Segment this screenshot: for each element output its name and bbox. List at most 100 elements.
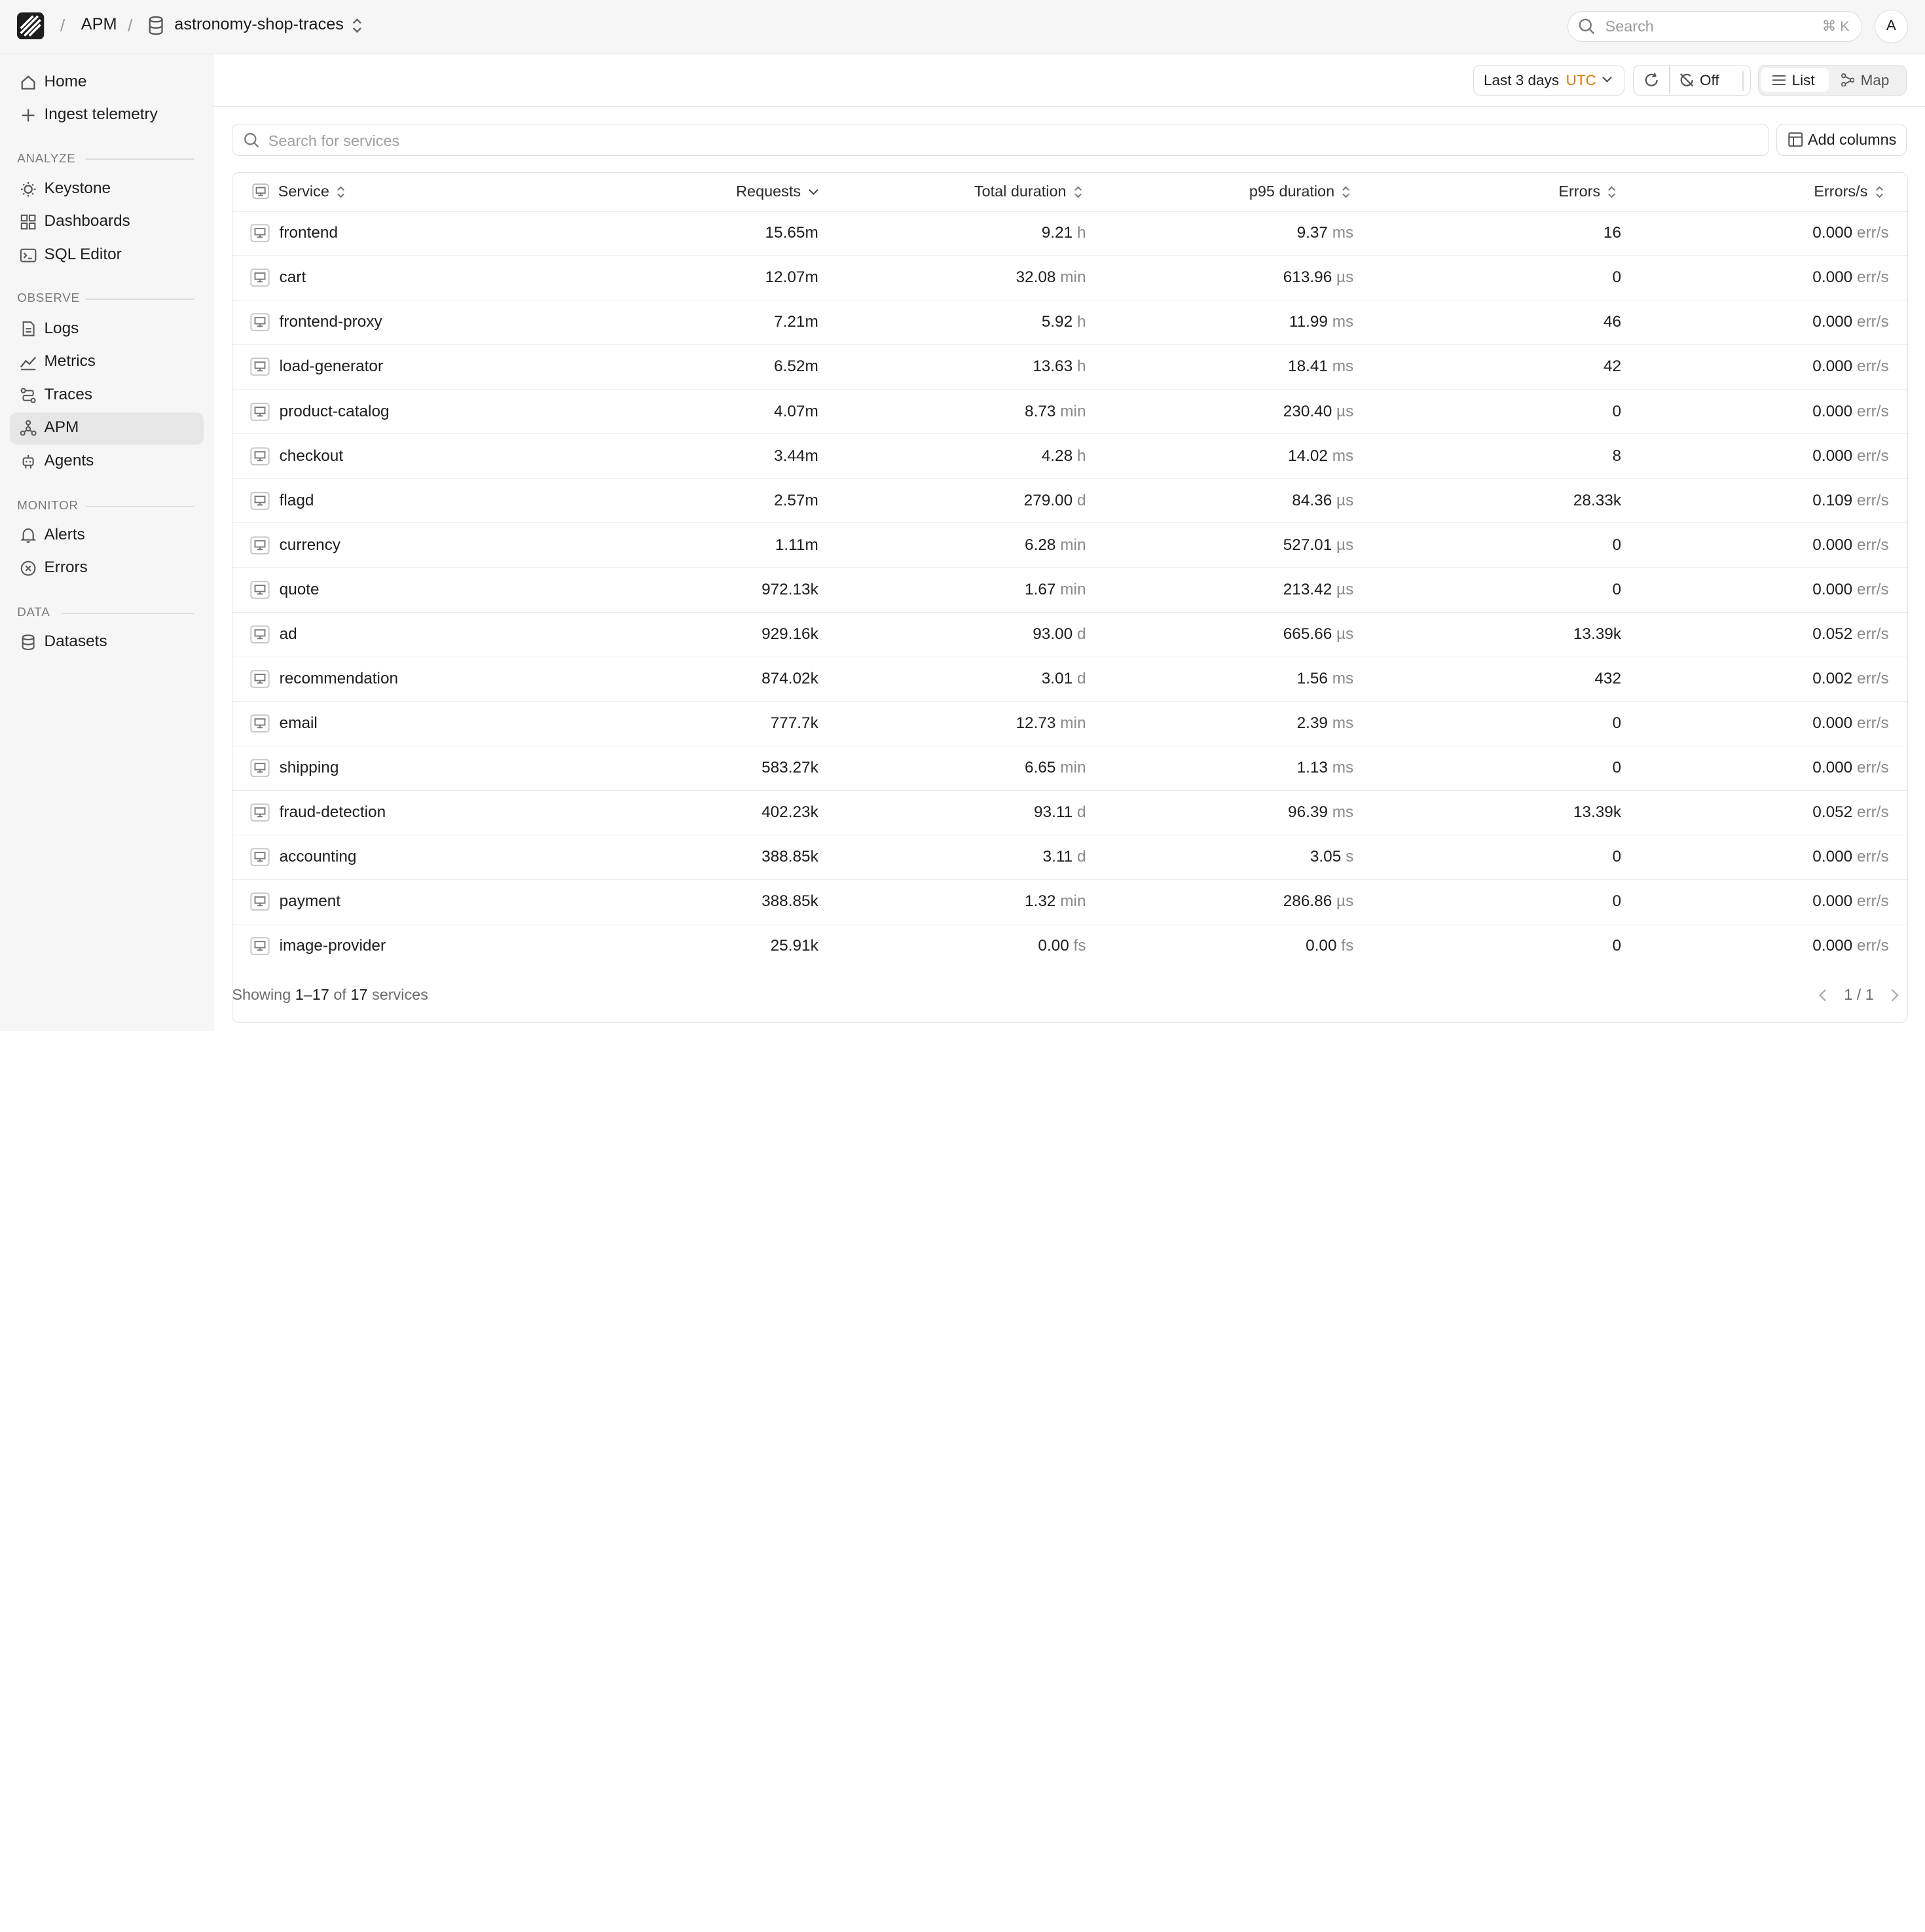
table-row[interactable]: image-provider 25.91k 0.00 fs 0.00 fs 0 0.000… bbox=[232, 925, 1907, 970]
column-header-errors-per-second[interactable]: Errors/s bbox=[1814, 183, 1883, 200]
auto-refresh-label[interactable]: Off bbox=[1700, 72, 1719, 89]
avatar[interactable]: A bbox=[1875, 10, 1908, 43]
table-row[interactable]: cart 12.07m 32.08 min 613.96 µs 0 0.000 err/s bbox=[232, 257, 1907, 301]
refresh-divider bbox=[1669, 65, 1670, 94]
column-header-errors[interactable]: Errors bbox=[1558, 183, 1616, 200]
errors-value: 16 bbox=[1603, 224, 1621, 242]
table-row[interactable]: frontend 15.65m 9.21 h 9.37 ms 16 0.000 err/s bbox=[232, 212, 1907, 256]
breadcrumb-apm[interactable]: APM bbox=[81, 15, 117, 34]
service-name[interactable]: currency bbox=[280, 536, 340, 555]
service-search-placeholder: Search for services bbox=[268, 132, 400, 149]
service-name[interactable]: accounting bbox=[280, 848, 357, 866]
service-name[interactable]: fraud-detection bbox=[280, 803, 386, 822]
table-row[interactable]: quote 972.13k 1.67 min 213.42 µs 0 0.000 err/… bbox=[232, 568, 1907, 613]
chevron-up-down-icon[interactable] bbox=[351, 17, 363, 34]
time-range-picker[interactable]: Last 3 days UTC bbox=[1473, 65, 1624, 96]
table-row[interactable]: product-catalog 4.07m 8.73 min 230.40 µs 0 0.… bbox=[232, 390, 1907, 435]
view-toggle: List Map bbox=[1758, 65, 1907, 96]
errors-value: 0 bbox=[1612, 580, 1621, 598]
sidebar-item-dashboards[interactable]: Dashboards bbox=[10, 206, 204, 238]
column-header-requests[interactable]: Requests bbox=[736, 183, 819, 200]
errors-per-second-value: 0.052 err/s bbox=[1812, 803, 1889, 822]
table-row[interactable]: load-generator 6.52m 13.63 h 18.41 ms 42 0.00… bbox=[232, 346, 1907, 390]
requests-value: 402.23k bbox=[761, 803, 818, 822]
errors-per-second-value: 0.000 err/s bbox=[1812, 759, 1889, 776]
sidebar-item-traces[interactable]: Traces bbox=[10, 379, 204, 411]
service-name[interactable]: payment bbox=[280, 892, 340, 911]
service-name[interactable]: frontend bbox=[280, 224, 338, 242]
sidebar-item-label: Errors bbox=[44, 558, 88, 577]
sidebar: Home Ingest telemetry ANALYZE Keystone D… bbox=[0, 54, 214, 1031]
table-row[interactable]: fraud-detection 402.23k 93.11 d 96.39 ms 13.… bbox=[232, 791, 1907, 835]
total-duration-value: 1.67 min bbox=[1025, 580, 1086, 598]
service-name[interactable]: shipping bbox=[280, 759, 339, 777]
service-name[interactable]: checkout bbox=[280, 447, 344, 465]
table-row[interactable]: shipping 583.27k 6.65 min 1.13 ms 0 0.000 err… bbox=[232, 746, 1907, 791]
service-icon bbox=[249, 625, 270, 644]
table-row[interactable]: ad 929.16k 93.00 d 665.66 µs 13.39k 0.052 err… bbox=[232, 613, 1907, 657]
requests-value: 972.13k bbox=[761, 580, 818, 598]
service-search-input[interactable]: Search for services bbox=[232, 124, 1769, 156]
add-columns-button[interactable]: Add columns bbox=[1776, 124, 1907, 156]
table-row[interactable]: email 777.7k 12.73 min 2.39 ms 0 0.000 err/s bbox=[232, 702, 1907, 746]
document-icon bbox=[22, 321, 35, 337]
breadcrumb-dataset[interactable]: astronomy-shop-traces bbox=[174, 15, 344, 34]
sidebar-item-agents[interactable]: Agents bbox=[10, 446, 204, 478]
table-row[interactable]: checkout 3.44m 4.28 h 14.02 ms 8 0.000 err/s bbox=[232, 435, 1907, 479]
service-name[interactable]: recommendation bbox=[280, 670, 398, 688]
column-header-service[interactable]: Service bbox=[278, 183, 345, 200]
table-row[interactable]: accounting 388.85k 3.11 d 3.05 s 0 0.000 err/… bbox=[232, 835, 1907, 880]
service-icon bbox=[249, 803, 270, 822]
service-name[interactable]: image-provider bbox=[280, 937, 386, 955]
service-name[interactable]: cart bbox=[280, 268, 306, 287]
sidebar-item-datasets[interactable]: Datasets bbox=[10, 626, 204, 658]
sidebar-item-label: Metrics bbox=[44, 352, 96, 371]
sidebar-item-alerts[interactable]: Alerts bbox=[10, 519, 204, 551]
errors-per-second-value: 0.000 err/s bbox=[1812, 580, 1889, 598]
logo-icon[interactable] bbox=[17, 12, 45, 39]
section-divider bbox=[86, 298, 194, 300]
service-name[interactable]: frontend-proxy bbox=[280, 313, 382, 331]
errors-value: 0 bbox=[1612, 759, 1621, 776]
service-name[interactable]: load-generator bbox=[280, 357, 383, 376]
service-icon bbox=[249, 357, 270, 376]
sidebar-item-ingest-telemetry[interactable]: Ingest telemetry bbox=[10, 100, 204, 132]
service-name[interactable]: quote bbox=[280, 581, 320, 599]
chevron-left-icon[interactable] bbox=[1817, 988, 1829, 1003]
pagination-summary: Showing 1–17 of 17 services bbox=[232, 985, 428, 1003]
sidebar-item-keystone[interactable]: Keystone bbox=[10, 173, 204, 205]
table-row[interactable]: currency 1.11m 6.28 min 527.01 µs 0 0.000 err… bbox=[232, 524, 1907, 568]
errors-value: 46 bbox=[1603, 313, 1621, 331]
column-header-p95-duration[interactable]: p95 duration bbox=[1249, 183, 1351, 200]
service-name[interactable]: ad bbox=[280, 625, 297, 644]
table-row[interactable]: recommendation 874.02k 3.01 d 1.56 ms 432 0.0… bbox=[232, 657, 1907, 702]
requests-value: 929.16k bbox=[761, 625, 818, 643]
add-columns-label: Add columns bbox=[1808, 130, 1897, 148]
service-name[interactable]: email bbox=[280, 714, 318, 733]
auto-refresh-off-icon[interactable] bbox=[1679, 72, 1695, 88]
view-map-button[interactable]: Map bbox=[1833, 68, 1904, 92]
refresh-icon[interactable] bbox=[1643, 72, 1659, 88]
main-content: Last 3 days UTC Off List Map Search for … bbox=[213, 54, 1925, 1032]
errors-per-second-value: 0.000 err/s bbox=[1812, 224, 1889, 242]
sidebar-item-logs[interactable]: Logs bbox=[10, 313, 204, 345]
errors-value: 432 bbox=[1594, 669, 1621, 687]
service-name[interactable]: flagd bbox=[280, 492, 314, 510]
sidebar-item-home[interactable]: Home bbox=[10, 66, 204, 98]
chevron-right-icon[interactable] bbox=[1888, 988, 1901, 1003]
service-name[interactable]: product-catalog bbox=[280, 403, 390, 421]
errors-per-second-value: 0.000 err/s bbox=[1812, 402, 1889, 420]
view-list-button[interactable]: List bbox=[1761, 68, 1829, 92]
sidebar-item-apm[interactable]: APM bbox=[10, 412, 204, 445]
table-row[interactable]: frontend-proxy 7.21m 5.92 h 11.99 ms 46 0.000… bbox=[232, 301, 1907, 346]
column-header-total-duration[interactable]: Total duration bbox=[974, 183, 1082, 200]
errors-per-second-value: 0.000 err/s bbox=[1812, 714, 1889, 732]
table-row[interactable]: flagd 2.57m 279.00 d 84.36 µs 28.33k 0.109 er… bbox=[232, 479, 1907, 524]
sidebar-item-errors[interactable]: Errors bbox=[10, 553, 204, 585]
sidebar-item-sql-editor[interactable]: SQL Editor bbox=[10, 240, 204, 272]
global-search[interactable]: Search ⌘ K bbox=[1568, 10, 1863, 42]
lightbulb-icon bbox=[20, 181, 36, 196]
p95-duration-value: 14.02 ms bbox=[1288, 447, 1354, 465]
table-row[interactable]: payment 388.85k 1.32 min 286.86 µs 0 0.000 er… bbox=[232, 880, 1907, 924]
sidebar-item-metrics[interactable]: Metrics bbox=[10, 346, 204, 378]
